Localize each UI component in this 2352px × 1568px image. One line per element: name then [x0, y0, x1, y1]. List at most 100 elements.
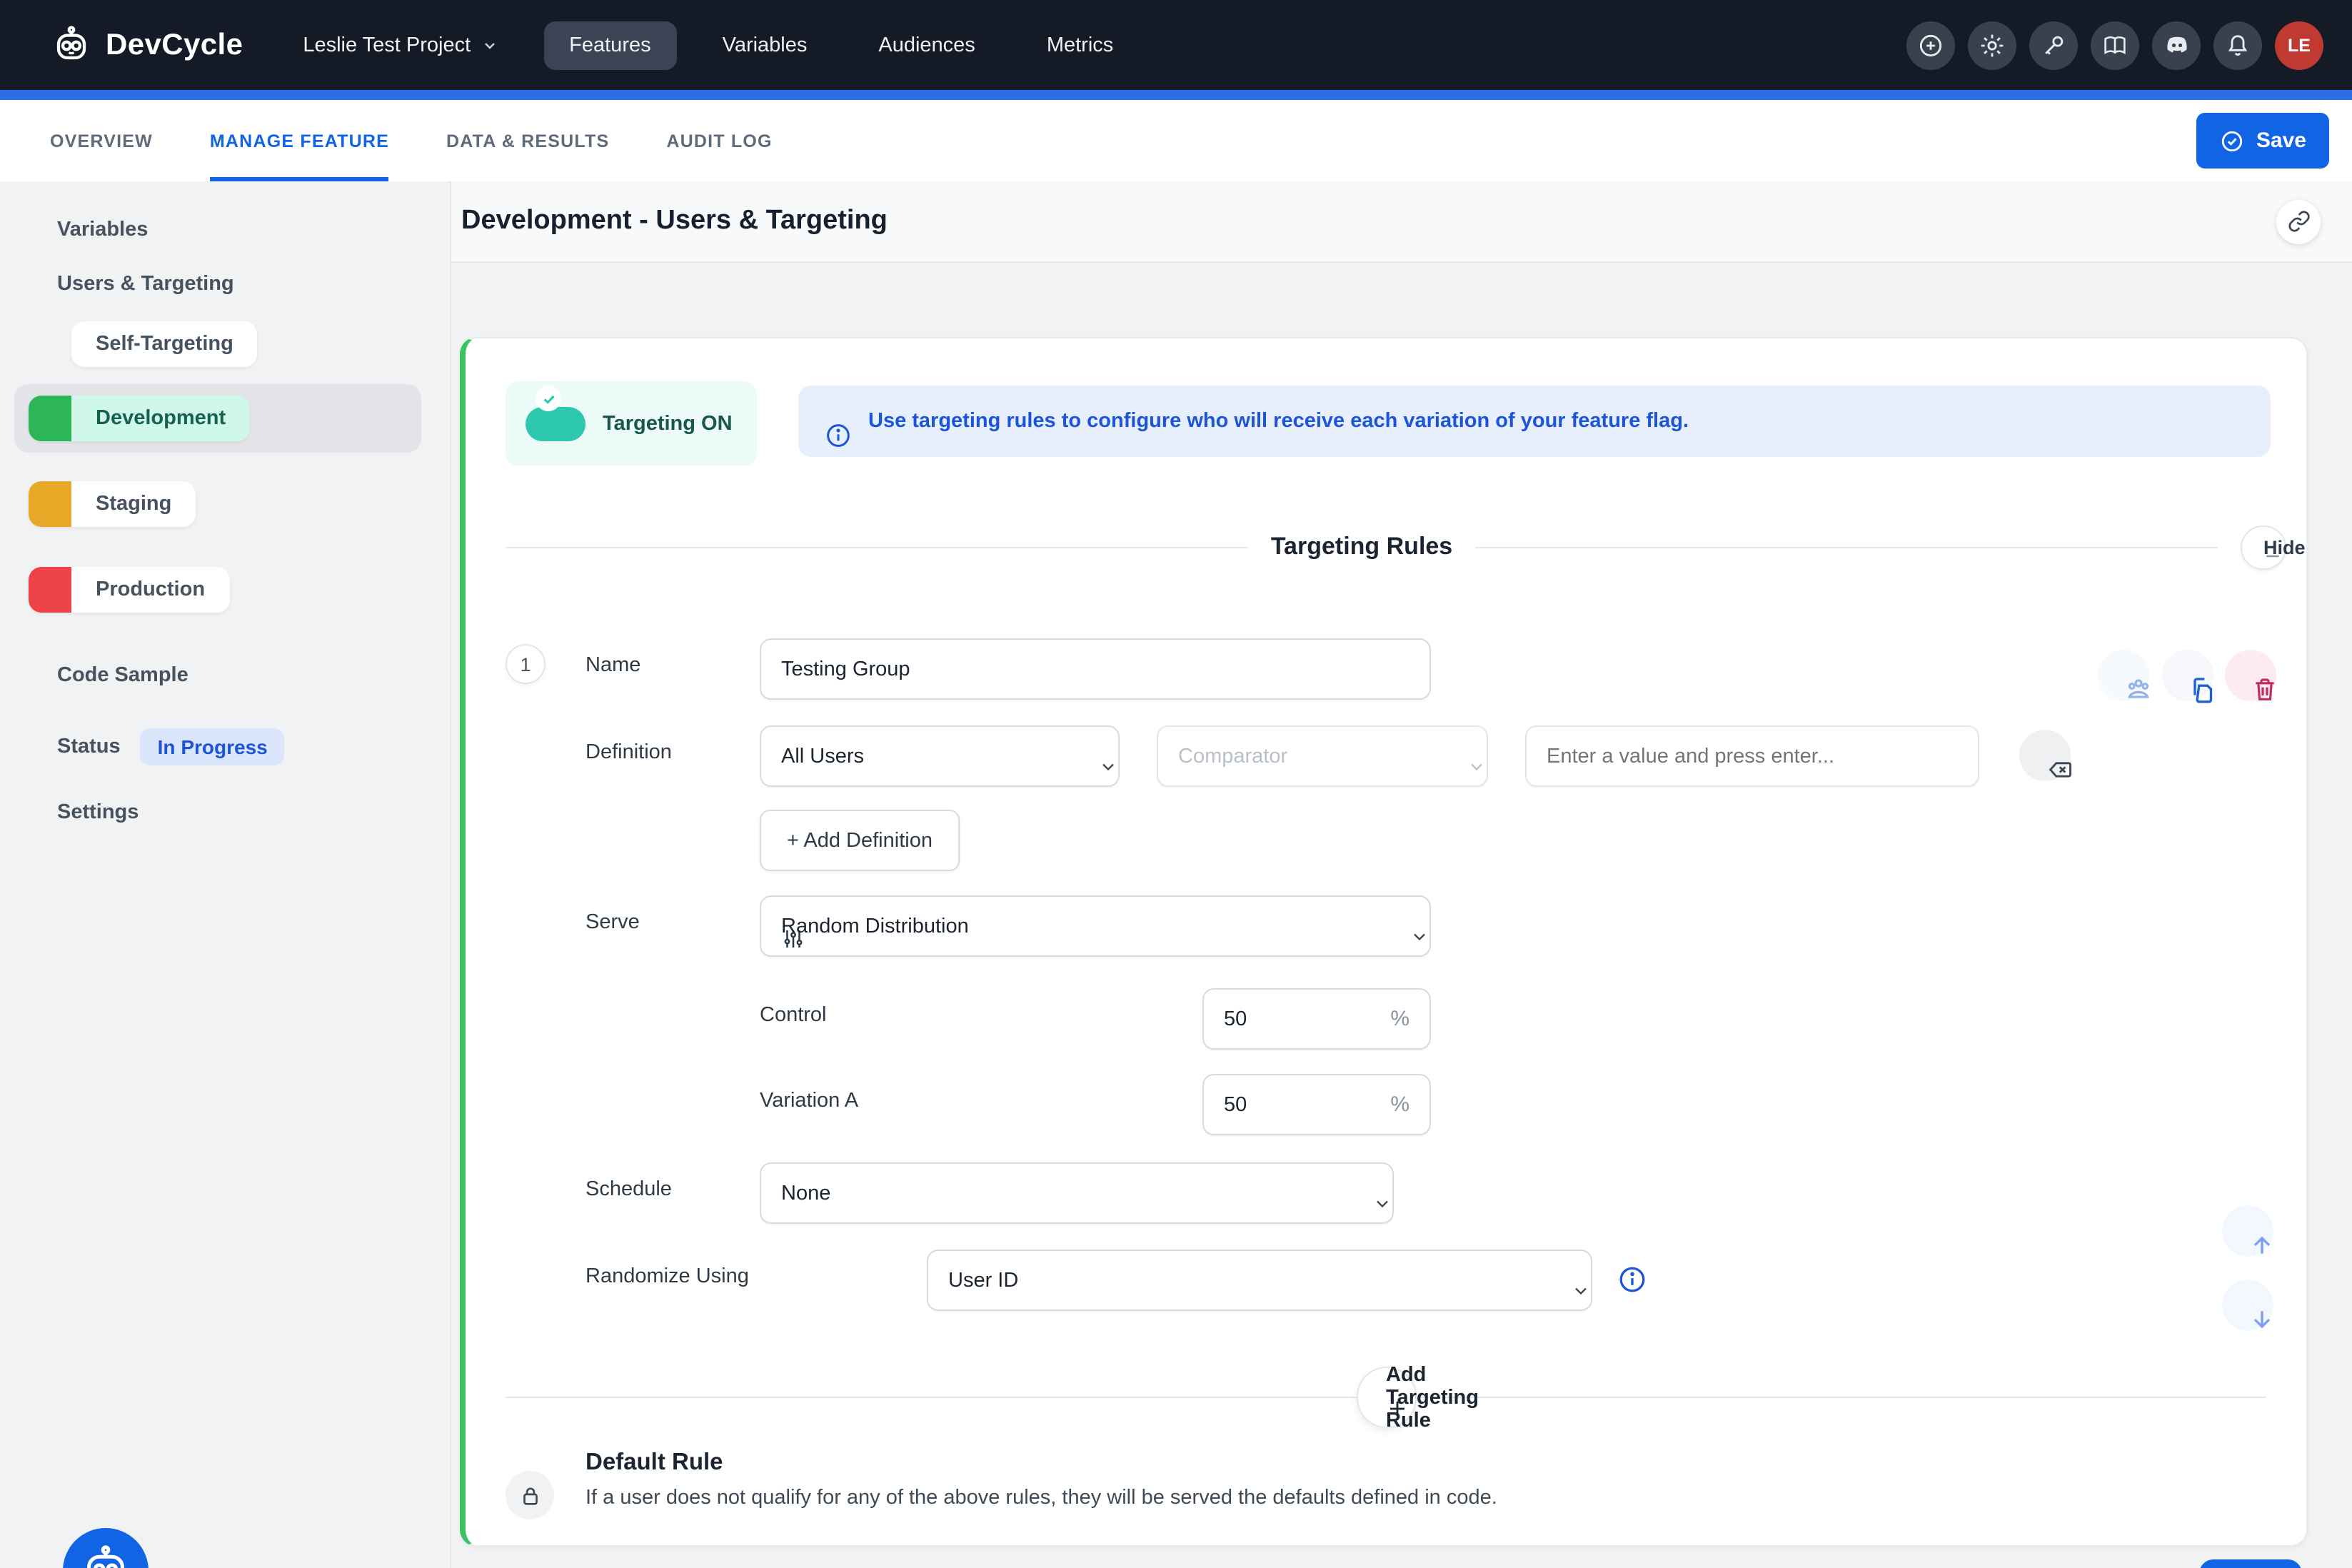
brand-name: DevCycle [106, 28, 243, 62]
save-button-label: Save [2256, 129, 2306, 153]
add-rule-label: Add Targeting Rule [1386, 1363, 1479, 1432]
randomize-select[interactable]: User ID [927, 1250, 1592, 1311]
feature-sidebar: Variables Users & Targeting Self-Targeti… [0, 181, 451, 1568]
robot-logo-icon [50, 24, 93, 66]
tab-overview[interactable]: OVERVIEW [50, 100, 153, 181]
notifications-button[interactable] [2213, 21, 2262, 69]
definition-select[interactable]: All Users [760, 725, 1120, 787]
nav-item-audiences[interactable]: Audiences [853, 21, 1000, 69]
schedule-value: None [781, 1182, 830, 1205]
name-label: Name [586, 654, 640, 677]
devcycle-logo[interactable]: DevCycle [50, 24, 243, 66]
add-targeting-rule-button[interactable]: Add Targeting Rule [1356, 1367, 1416, 1428]
main-panel: Development - Users & Targeting [451, 181, 2352, 1568]
create-button[interactable] [1906, 21, 1955, 69]
sidebar-env-production[interactable]: Production [14, 556, 421, 624]
schedule-select[interactable]: None [760, 1162, 1394, 1224]
sidebar-env-development[interactable]: Development [14, 384, 421, 453]
targeting-toggle[interactable] [526, 406, 586, 441]
bell-icon [2223, 31, 2252, 59]
serve-value: Random Distribution [781, 915, 969, 938]
sidebar-status-row: Status In Progress [57, 727, 450, 767]
user-avatar[interactable]: LE [2275, 21, 2323, 69]
default-rule-title: Default Rule [586, 1449, 723, 1477]
targeting-status-box: Targeting ON [506, 381, 757, 466]
lock-icon [506, 1471, 554, 1519]
comparator-placeholder: Comparator [1178, 745, 1287, 768]
content-area: Variables Users & Targeting Self-Targeti… [0, 181, 2352, 1568]
targeting-info-banner: Use targeting rules to configure who wil… [798, 386, 2271, 457]
chevron-down-icon [481, 36, 498, 54]
serve-label: Serve [586, 911, 640, 934]
navbar-actions: LE [1906, 21, 2323, 69]
env-pill-production: Production [29, 567, 229, 613]
divider [506, 546, 1248, 548]
tab-audit-log[interactable]: AUDIT LOG [666, 100, 772, 181]
toggle-check-icon [536, 386, 561, 411]
env-label: Staging [71, 481, 196, 527]
api-keys-button[interactable] [2029, 21, 2078, 69]
targeting-toggle-label: Targeting ON [603, 412, 733, 435]
nav-item-variables[interactable]: Variables [697, 21, 833, 69]
audience-button[interactable] [2098, 650, 2149, 701]
settings-button[interactable] [1968, 21, 2016, 69]
sidebar-item-users-targeting[interactable]: Users & Targeting [57, 264, 450, 304]
definition-value-input[interactable] [1547, 745, 1958, 768]
status-label: Status [57, 727, 121, 767]
link-icon [2287, 210, 2310, 233]
tab-manage-feature[interactable]: MANAGE FEATURE [210, 100, 389, 181]
schedule-label: Schedule [586, 1178, 672, 1201]
rule-name-input[interactable] [781, 658, 1409, 680]
floating-save-button[interactable] [2199, 1559, 2302, 1568]
project-name: Leslie Test Project [303, 34, 471, 56]
definition-value: All Users [781, 745, 864, 768]
add-definition-button[interactable]: + Add Definition [760, 810, 960, 871]
plus-circle-icon [1916, 31, 1945, 59]
feature-tabbar: OVERVIEW MANAGE FEATURE DATA & RESULTS A… [0, 100, 2352, 181]
gear-icon [1978, 31, 2006, 59]
randomize-value: User ID [948, 1269, 1018, 1292]
sidebar-item-variables[interactable]: Variables [57, 210, 450, 250]
comparator-select[interactable]: Comparator [1157, 725, 1488, 787]
status-badge[interactable]: In Progress [141, 728, 285, 765]
nav-item-features[interactable]: Features [543, 21, 676, 69]
variation-a-percentage-field: % [1202, 1074, 1431, 1135]
sidebar-item-self-targeting[interactable]: Self-Targeting [71, 321, 258, 367]
project-selector[interactable]: Leslie Test Project [303, 34, 498, 56]
definition-label: Definition [586, 741, 672, 764]
docs-button[interactable] [2091, 21, 2139, 69]
definition-value-field [1525, 725, 1979, 787]
control-percentage-input[interactable] [1224, 1007, 1310, 1030]
copy-link-button[interactable] [2276, 199, 2321, 243]
move-rule-up-button[interactable] [2222, 1205, 2273, 1257]
primary-nav: Features Variables Audiences Metrics [543, 21, 1139, 69]
nav-item-metrics[interactable]: Metrics [1021, 21, 1139, 69]
env-pill-staging: Staging [29, 481, 196, 527]
variation-a-percentage-input[interactable] [1224, 1093, 1310, 1116]
serve-select[interactable]: Random Distribution [760, 895, 1431, 957]
tab-data-results[interactable]: DATA & RESULTS [446, 100, 609, 181]
discord-button[interactable] [2152, 21, 2201, 69]
save-button[interactable]: Save [2196, 113, 2329, 169]
env-label: Production [71, 567, 229, 613]
default-rule-description: If a user does not qualify for any of th… [586, 1487, 1497, 1509]
env-color-production [29, 567, 71, 613]
top-navbar: DevCycle Leslie Test Project Features Va… [0, 0, 2352, 90]
env-color-staging [29, 481, 71, 527]
sidebar-item-code-sample[interactable]: Code Sample [57, 655, 450, 695]
targeting-rules-header: Targeting Rules Hide [506, 526, 2286, 568]
move-rule-down-button[interactable] [2222, 1280, 2273, 1331]
clear-definition-button[interactable] [2019, 730, 2071, 781]
app-window: DevCycle Leslie Test Project Features Va… [0, 0, 2352, 1568]
randomize-label: Randomize Using [586, 1265, 749, 1288]
environment-targeting-card: Targeting ON Use targeting rules to conf… [460, 337, 2308, 1547]
hide-rules-button[interactable]: Hide [2241, 525, 2286, 569]
delete-rule-button[interactable] [2225, 650, 2276, 701]
sidebar-item-settings[interactable]: Settings [57, 793, 450, 833]
percent-sign: % [1390, 1092, 1409, 1117]
sidebar-env-staging[interactable]: Staging [14, 470, 421, 538]
duplicate-rule-button[interactable] [2162, 650, 2213, 701]
variation-label-a: Variation A [760, 1090, 858, 1112]
rule-name-field [760, 638, 1431, 700]
check-circle-icon [2219, 128, 2245, 154]
